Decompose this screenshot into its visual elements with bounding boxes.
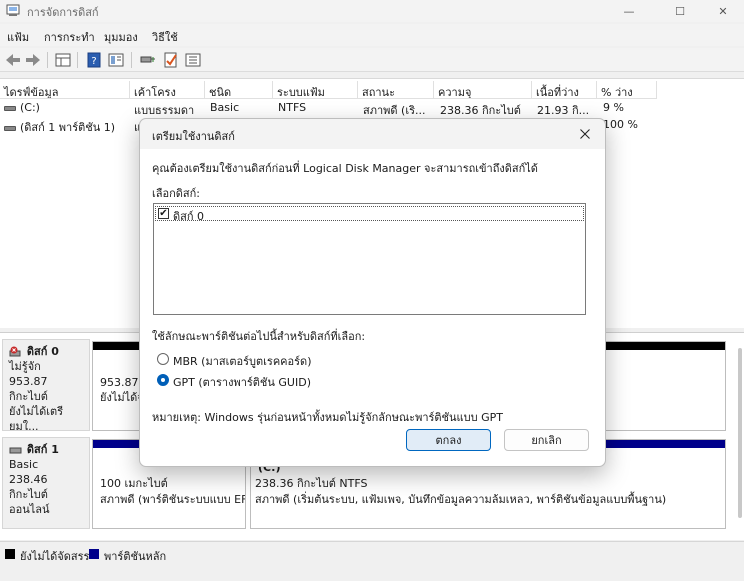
ok-button[interactable]: ตกลง [406,429,491,451]
close-window-button[interactable]: ✕ [700,0,744,22]
column-type[interactable]: ชนิด [205,81,273,99]
back-arrow-icon[interactable] [4,51,22,69]
disk-0-state: ยังไม่ได้เตรียมใ... [9,405,64,433]
column-layout[interactable]: เค้าโครง [130,81,205,99]
fs-cell: NTFS [278,101,307,114]
volume-name-cell: (C:) [4,101,130,114]
toolbar: ? [0,48,744,72]
vertical-scrollbar[interactable] [738,348,742,518]
percent-cell: 9 % [603,101,624,114]
partition-status: สภาพดี (เริ่มต้นระบบ, แฟ้มเพจ, บันทึกข้อ… [255,493,667,506]
mbr-radio[interactable] [157,353,169,365]
list-doc-icon[interactable] [184,51,202,69]
disk-0-size: 953.87 กิกะไบต์ [9,375,48,403]
disk-1-name: ดิสก์ 1 [9,442,85,457]
initialize-disk-dialog: เตรียมใช้งานดิสก์ คุณต้องเตรียมใช้งานดิส… [139,118,606,467]
list-item[interactable]: ✔ ดิสก์ 0 [155,206,584,223]
column-free-space[interactable]: เนื้อที่ว่าง [532,81,597,99]
close-icon [580,129,590,139]
dialog-note: หมายเหตุ: Windows รุ่นก่อนหน้าทั้งหมดไม่… [152,411,503,424]
window-title: การจัดการดิสก์ [27,6,99,19]
type-cell: Basic [210,101,240,114]
volume-name: (C:) [20,101,40,114]
title-bar: การจัดการดิสก์ — ☐ ✕ [0,0,744,22]
menu-action[interactable]: การกระทำ [44,28,95,46]
legend-bar: ยังไม่ได้จัดสรร พาร์ติชันหลัก [0,541,744,565]
disk-0-checkbox[interactable]: ✔ [158,208,169,219]
minimize-button[interactable]: — [606,0,652,22]
volume-name: (ดิสก์ 1 พาร์ติชัน 1) [20,121,116,134]
layout-cell: แบบธรรมดา [134,104,195,117]
disk-error-icon [9,346,21,357]
disk-1-state: ออนไลน์ [9,503,50,516]
svg-text:?: ? [91,56,96,67]
partition-style-label: ใช้ลักษณะพาร์ติชันต่อไปนี้สำหรับดิสก์ที่… [152,330,366,343]
select-disk-label: เลือกดิสก์: [152,187,200,200]
toolbar-separator [77,52,78,68]
disk-icon [9,447,22,454]
check-doc-icon[interactable] [162,51,180,69]
column-file-system[interactable]: ระบบแฟ้ม [273,81,358,99]
partition-status: ยังไม่ได้จั [100,391,144,404]
partition-status: สภาพดี (พาร์ติชันระบบแบบ EFI [100,493,246,506]
partition-size: 238.36 กิกะไบต์ NTFS [255,477,368,490]
disk-0-title: ดิสก์ 0 [26,345,59,358]
percent-cell: 100 % [603,118,638,131]
drive-icon [4,125,16,131]
dialog-intro: คุณต้องเตรียมใช้งานดิสก์ก่อนที่ Logical … [152,162,538,175]
maximize-button[interactable]: ☐ [657,0,703,22]
disk-1-title: ดิสก์ 1 [26,443,59,456]
toolbar-separator [131,52,132,68]
dialog-title: เตรียมใช้งานดิสก์ [152,130,235,143]
volume-name-cell: (ดิสก์ 1 พาร์ติชัน 1) [4,118,130,136]
legend-unallocated: ยังไม่ได้จัดสรร [20,550,90,563]
disk-connect-icon[interactable] [139,51,157,69]
capacity-cell: 238.36 กิกะไบต์ [440,104,521,117]
column-percent-free[interactable]: % ว่าง [597,81,657,99]
disk-0-type: ไม่รู้จัก [9,360,41,373]
gpt-label: GPT (ตารางพาร์ติชัน GUID) [173,376,311,389]
toolbar-separator [47,52,48,68]
primary-swatch [89,549,99,559]
column-capacity[interactable]: ความจุ [434,81,532,99]
column-status[interactable]: สถานะ [358,81,434,99]
disk-0-name: ดิสก์ 0 [9,344,85,359]
legend-primary: พาร์ติชันหลัก [104,550,167,563]
view-panel-icon[interactable] [107,51,125,69]
free-cell: 21.93 กิ... [537,104,590,117]
forward-arrow-icon[interactable] [24,51,42,69]
disk-0-list-label: ดิสก์ 0 [173,210,205,223]
status-cell: สภาพดี (เริ... [363,104,426,117]
menu-bar: แฟ้ม การกระทำ มุมมอง วิธีใช้ [0,24,744,46]
disk-0-label[interactable]: ดิสก์ 0 ไม่รู้จัก 953.87 กิกะไบต์ ยังไม่… [2,339,90,433]
mbr-label: MBR (มาสเตอร์บูตเรคคอร์ด) [173,355,312,368]
disk-1-type: Basic [9,458,39,471]
dialog-close-button[interactable] [571,123,599,145]
drive-icon [4,105,16,111]
properties-grid-icon[interactable] [54,51,72,69]
column-volume[interactable]: ไดรฟ์ข้อมูล [0,81,130,99]
gpt-radio[interactable] [157,374,169,386]
disk-1-label[interactable]: ดิสก์ 1 Basic 238.46 กิกะไบต์ ออนไลน์ [2,437,90,529]
dialog-body: คุณต้องเตรียมใช้งานดิสก์ก่อนที่ Logical … [140,149,605,466]
disk-1-size: 238.46 กิกะไบต์ [9,473,48,501]
disk-management-app-icon [6,4,20,16]
disk-listbox[interactable]: ✔ ดิสก์ 0 [153,203,586,315]
menu-file[interactable]: แฟ้ม [7,28,29,46]
cancel-button[interactable]: ยกเลิก [504,429,589,451]
partition-size: 100 เมกะไบต์ [100,477,168,490]
help-icon[interactable]: ? [85,51,103,69]
menu-view[interactable]: มุมมอง [104,28,138,46]
menu-help[interactable]: วิธีใช้ [152,28,178,46]
unallocated-swatch [5,549,15,559]
